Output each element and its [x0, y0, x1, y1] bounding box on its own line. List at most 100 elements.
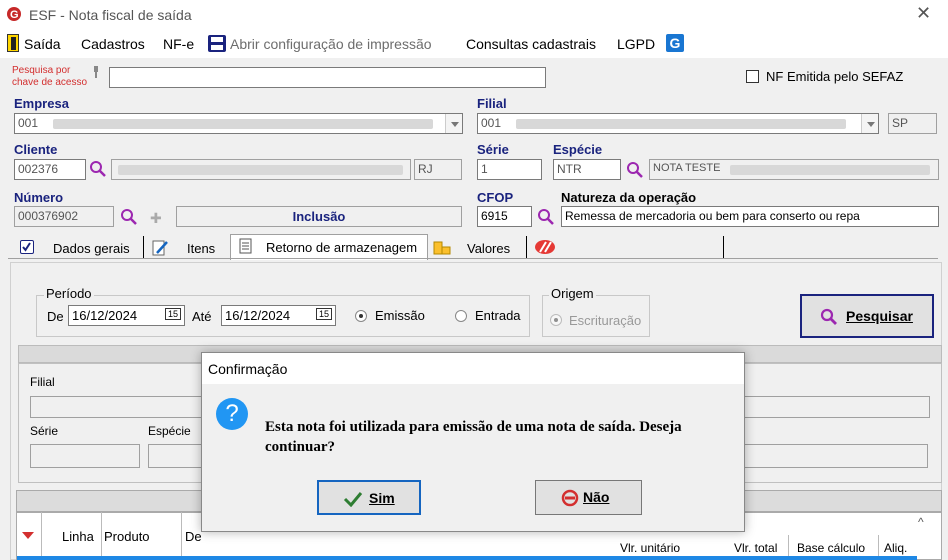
serie-filter-label: Série: [30, 424, 59, 438]
filial-select[interactable]: 001: [477, 113, 879, 134]
menu-lgpd[interactable]: LGPD: [617, 36, 655, 52]
redacted-empresa: [53, 119, 433, 129]
confirmation-dialog: Confirmação ? Esta nota foi utilizada pa…: [201, 352, 745, 532]
cliente-name: [111, 159, 411, 180]
title-bar: G ESF - Nota fiscal de saída ✕: [0, 0, 948, 30]
nao-label: Não: [583, 489, 610, 505]
search-icon[interactable]: [537, 208, 555, 226]
ate-date-input[interactable]: 16/12/2024 15: [221, 305, 336, 326]
nao-button[interactable]: Não: [535, 480, 642, 515]
col-vlr-unitario[interactable]: Vlr. unitário: [620, 541, 680, 555]
pesquisar-button[interactable]: Pesquisar: [800, 294, 934, 338]
col-produto[interactable]: Produto: [104, 529, 150, 544]
especie-description: NOTA TESTE: [649, 159, 939, 180]
exit-icon: [7, 34, 19, 52]
menu-saida[interactable]: Saída: [24, 36, 61, 52]
cancel-icon: [561, 489, 579, 507]
add-icon[interactable]: ✚: [150, 210, 162, 227]
cancel-stripe-icon[interactable]: [534, 239, 556, 255]
mode-display: Inclusão: [176, 206, 462, 227]
search-icon[interactable]: [626, 161, 644, 179]
scroll-up-icon[interactable]: ^: [918, 515, 924, 529]
nf-emitida-checkbox[interactable]: [746, 70, 759, 83]
grid-col-sep: [101, 512, 102, 560]
tab-divider: [723, 236, 724, 258]
cliente-uf: RJ: [414, 159, 462, 180]
sort-arrow-icon[interactable]: [22, 532, 34, 545]
app-logo-icon: G: [6, 6, 22, 22]
serie-filter-input[interactable]: [30, 444, 140, 468]
dialog-title: Confirmação: [202, 353, 744, 384]
filial-filter-label: Filial: [30, 375, 55, 389]
serie-input[interactable]: 1: [477, 159, 542, 180]
escrituracao-label: Escrituração: [569, 313, 642, 328]
col-linha[interactable]: Linha: [62, 529, 94, 544]
nf-emitida-label: NF Emitida pelo SEFAZ: [766, 69, 904, 84]
tab-valores[interactable]: Valores: [467, 241, 510, 264]
filial-code: 001: [481, 116, 502, 130]
redacted-especie: [730, 165, 930, 175]
tab-itens[interactable]: Itens: [187, 241, 215, 264]
tab-divider: [526, 236, 527, 258]
pencil-icon: [152, 239, 169, 257]
brand-g-icon[interactable]: G: [666, 34, 684, 52]
calendar-icon[interactable]: 15: [164, 308, 181, 320]
menu-consultas-cadastrais[interactable]: Consultas cadastrais: [466, 36, 596, 52]
sim-label: Sim: [369, 490, 395, 506]
ate-label: Até: [192, 309, 212, 324]
question-icon: ?: [216, 398, 248, 430]
natureza-label: Natureza da operação: [561, 190, 697, 205]
access-key-input[interactable]: [109, 67, 546, 88]
cfop-input[interactable]: 6915: [477, 206, 532, 227]
especie-label: Espécie: [553, 142, 603, 157]
grid-selected-row[interactable]: [17, 556, 917, 560]
grid-col-sep: [41, 512, 42, 560]
tab-divider: [143, 236, 144, 258]
svg-text:G: G: [10, 9, 19, 21]
empresa-label: Empresa: [14, 96, 69, 111]
search-icon: [820, 308, 837, 325]
document-icon: [239, 238, 253, 255]
numero-label: Número: [14, 190, 64, 205]
entrada-radio[interactable]: [455, 310, 467, 322]
sim-button[interactable]: Sim: [317, 480, 421, 515]
menu-cadastros[interactable]: Cadastros: [81, 36, 145, 52]
cliente-label: Cliente: [14, 142, 58, 157]
emissao-radio[interactable]: [355, 310, 367, 322]
empresa-code: 001: [18, 116, 39, 130]
tab-dados-gerais[interactable]: Dados gerais: [53, 241, 130, 264]
chevron-down-icon[interactable]: [861, 114, 878, 133]
filial-label: Filial: [477, 96, 507, 111]
tab-retorno-armazenagem[interactable]: Retorno de armazenagem: [266, 240, 417, 263]
search-icon[interactable]: [89, 160, 107, 178]
pesquisar-label: Pesquisar: [846, 308, 913, 324]
origem-legend: Origem: [549, 286, 596, 301]
close-icon[interactable]: ✕: [916, 3, 931, 24]
coins-icon: [433, 238, 451, 256]
cliente-code-input[interactable]: 002376: [14, 159, 86, 180]
redacted-cliente: [118, 165, 403, 175]
menu-abrir-configuracao[interactable]: Abrir configuração de impressão: [230, 36, 432, 52]
tabs-baseline: [8, 258, 938, 259]
escrituracao-radio: [550, 314, 562, 326]
natureza-input[interactable]: Remessa de mercadoria ou bem para conser…: [561, 206, 939, 227]
dialog-message: Esta nota foi utilizada para emissão de …: [265, 419, 682, 455]
col-base-calculo[interactable]: Base cálculo: [797, 541, 865, 555]
entrada-label: Entrada: [475, 308, 521, 323]
calendar-icon[interactable]: 15: [315, 308, 332, 320]
menu-nfe[interactable]: NF-e: [163, 36, 194, 52]
printer-icon: [208, 35, 226, 52]
check-icon: [20, 240, 34, 254]
especie-code-input[interactable]: NTR: [553, 159, 621, 180]
periodo-legend: Período: [44, 286, 94, 301]
search-icon[interactable]: [120, 208, 138, 226]
de-date-input[interactable]: 16/12/2024 15: [68, 305, 185, 326]
col-aliq[interactable]: Aliq.: [884, 541, 907, 555]
window-title: ESF - Nota fiscal de saída: [29, 7, 192, 23]
serie-label: Série: [477, 142, 509, 157]
search-key-label: Pesquisa por chave de acesso: [12, 65, 88, 88]
chevron-down-icon[interactable]: [445, 114, 462, 133]
col-descricao[interactable]: De: [185, 529, 202, 544]
empresa-select[interactable]: 001: [14, 113, 463, 134]
col-vlr-total[interactable]: Vlr. total: [734, 541, 777, 555]
